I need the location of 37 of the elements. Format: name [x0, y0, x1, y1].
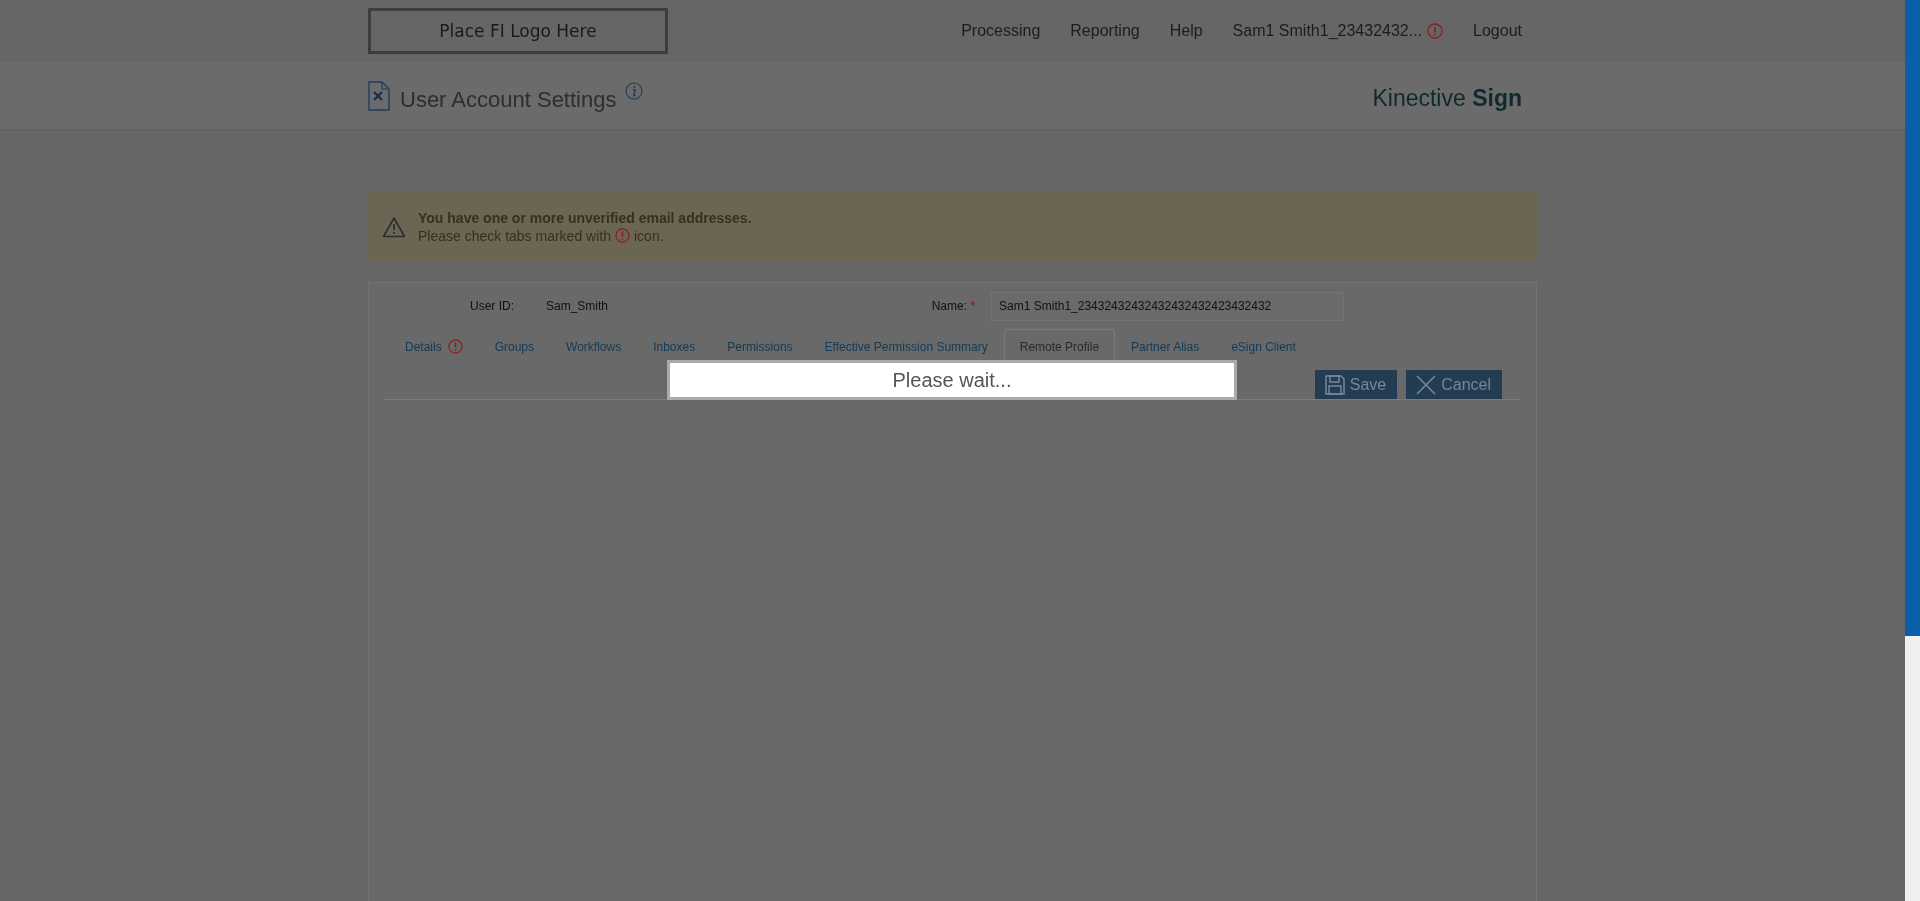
warning-message: icon.	[634, 227, 664, 244]
error-icon	[1427, 23, 1444, 39]
nav-link[interactable]: Reporting	[1070, 22, 1140, 40]
tab[interactable]: Groups	[478, 329, 551, 363]
tab[interactable]: Effective Permission Summary	[808, 329, 1004, 363]
name-field[interactable]: Sam1 Smith1_23432432432432432432423432432	[991, 291, 1345, 321]
brand-logo: Kinective Sign	[1372, 85, 1522, 112]
tab[interactable]: Workflows	[550, 329, 638, 363]
warning-icon	[382, 215, 406, 238]
save-button[interactable]: Save	[1314, 370, 1398, 399]
tab[interactable]: Permissions	[711, 329, 809, 363]
save-icon	[1323, 373, 1346, 396]
document-icon	[368, 80, 390, 111]
scrollbar-track[interactable]	[1905, 0, 1920, 901]
page-title: User Account Settings	[400, 86, 617, 113]
loading-dialog: Please wait...	[667, 360, 1237, 400]
tab[interactable]: Details	[389, 329, 479, 363]
warning-title: You have one or more unverified email addresses.	[418, 209, 752, 226]
warning-message: Please check tabs marked with	[418, 227, 611, 244]
field-label: User ID:	[469, 299, 514, 313]
info-icon[interactable]	[625, 81, 644, 100]
tab[interactable]: Inboxes	[637, 329, 712, 363]
error-icon	[447, 339, 463, 354]
scrollbar-thumb[interactable]	[1905, 0, 1920, 636]
nav-link[interactable]: Processing	[961, 22, 1041, 40]
nav-link[interactable]: Sam1 Smith1_23432432...	[1232, 22, 1444, 40]
cancel-button[interactable]: Cancel	[1406, 370, 1502, 399]
tab[interactable]: eSign Client	[1215, 329, 1312, 363]
field-label: Name:	[930, 299, 968, 313]
tab[interactable]: Partner Alias	[1115, 329, 1216, 363]
nav-link[interactable]: Logout	[1473, 22, 1522, 40]
error-icon	[615, 228, 630, 243]
logo-text: Place FI Logo Here	[439, 21, 597, 41]
nav-link[interactable]: Help	[1169, 22, 1203, 40]
required-mark: *	[969, 299, 976, 313]
user-id-value: Sam_Smith	[546, 299, 609, 313]
close-icon	[1415, 373, 1438, 396]
